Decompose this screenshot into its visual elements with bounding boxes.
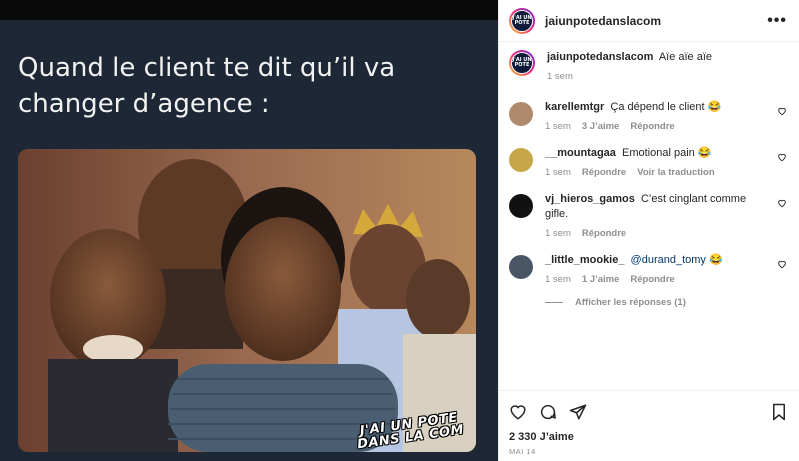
header-username[interactable]: jaiunpotedanslacom — [545, 14, 661, 28]
comment-icon[interactable] — [539, 403, 557, 421]
comment-item: vj_hieros_gamos C’est cinglant comme gif… — [509, 192, 787, 239]
view-replies-label: Afficher les réponses (1) — [575, 297, 686, 308]
post-date[interactable]: MAI 14 — [509, 447, 787, 456]
comment-username[interactable]: _little_mookie_ — [545, 254, 624, 266]
heart-icon[interactable] — [777, 259, 787, 269]
media-top-bar — [0, 0, 498, 20]
caption-body: jaiunpotedanslacom Aïe aïe aïe 1 sem — [547, 50, 787, 82]
comment-mention[interactable]: @durand_tomy — [631, 254, 706, 266]
comment-avatar[interactable] — [509, 148, 533, 172]
save-icon[interactable] — [771, 403, 787, 421]
reply-button[interactable]: Répondre — [582, 167, 626, 178]
translation-link[interactable]: Voir la traduction — [637, 167, 714, 178]
caption-avatar[interactable]: J'AI UN POTE — [509, 50, 535, 76]
avatar-logo: J'AI UN POTE — [511, 9, 533, 32]
comment-username[interactable]: vj_hieros_gamos — [545, 193, 635, 205]
comment-likes[interactable]: 1 J’aime — [582, 274, 620, 285]
meme-illustration — [18, 149, 476, 452]
comment-time[interactable]: 1 sem — [545, 121, 571, 132]
comment-likes[interactable]: 3 J’aime — [582, 121, 620, 132]
meme-caption: Quand le client te dit qu’il va changer … — [18, 53, 396, 119]
comment-time[interactable]: 1 sem — [545, 274, 571, 285]
comment-time[interactable]: 1 sem — [545, 167, 571, 178]
post-media[interactable]: Quand le client te dit qu’il va changer … — [0, 0, 498, 461]
comment-item: _little_mookie_ @durand_tomy 😂 1 sem 1 J… — [509, 253, 787, 285]
reply-button[interactable]: Répondre — [582, 228, 626, 239]
comments-list: J'AI UN POTE jaiunpotedanslacom Aïe aïe … — [499, 42, 799, 308]
caption-text: Aïe aïe aïe — [658, 51, 713, 63]
reply-button[interactable]: Répondre — [630, 274, 674, 285]
comment-item: __mountagaa Emotional pain 😂 1 sem Répon… — [509, 146, 787, 178]
caption-time[interactable]: 1 sem — [547, 71, 573, 82]
comment-username[interactable]: __mountagaa — [545, 147, 616, 159]
comment-item: karellemtgr Ça dépend le client 😂 1 sem … — [509, 100, 787, 132]
reply-button[interactable]: Répondre — [630, 121, 674, 132]
heart-icon[interactable] — [777, 152, 787, 162]
comment-text: Emotional pain 😂 — [621, 147, 712, 159]
post-caption: J'AI UN POTE jaiunpotedanslacom Aïe aïe … — [509, 50, 787, 82]
heart-icon[interactable] — [777, 106, 787, 116]
post-actions: 2 330 J’aime MAI 14 — [499, 390, 799, 456]
replies-divider — [545, 302, 563, 303]
heart-icon[interactable] — [777, 198, 787, 208]
comment-username[interactable]: karellemtgr — [545, 101, 604, 113]
comment-text: Ça dépend le client 😂 — [610, 101, 722, 113]
view-replies-button[interactable]: Afficher les réponses (1) — [545, 297, 787, 308]
header-avatar[interactable]: J'AI UN POTE — [509, 7, 535, 34]
action-icons — [509, 401, 787, 423]
avatar-logo: J'AI UN POTE — [511, 52, 533, 74]
comment-text: 😂 — [705, 254, 723, 266]
post-header: J'AI UN POTE jaiunpotedanslacom ••• — [499, 0, 799, 42]
more-icon[interactable]: ••• — [767, 12, 787, 30]
heart-icon[interactable] — [509, 403, 527, 421]
caption-username[interactable]: jaiunpotedanslacom — [547, 51, 653, 63]
meme-image: J'AI UN POTE DANS LA COM — [18, 149, 476, 452]
comment-avatar[interactable] — [509, 102, 533, 126]
likes-count[interactable]: 2 330 J’aime — [509, 431, 787, 443]
comment-time[interactable]: 1 sem — [545, 228, 571, 239]
comment-avatar[interactable] — [509, 194, 533, 218]
share-icon[interactable] — [569, 403, 587, 421]
comment-avatar[interactable] — [509, 255, 533, 279]
post-side-panel: J'AI UN POTE jaiunpotedanslacom ••• J'AI… — [498, 0, 799, 461]
